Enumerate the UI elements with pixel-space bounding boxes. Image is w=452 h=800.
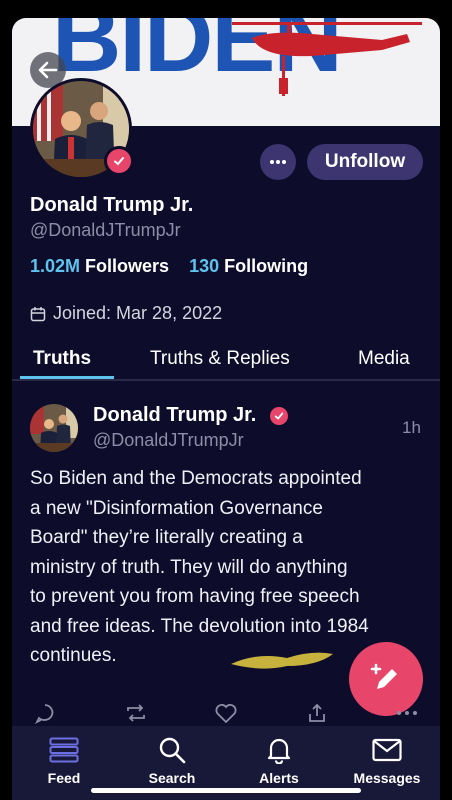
helicopter-graphic	[232, 22, 422, 96]
profile-name: Donald Trump Jr.	[30, 194, 194, 216]
post-text-line: So Biden and the Democrats appointed	[30, 468, 362, 489]
post-verified-badge	[270, 407, 288, 425]
nav-alerts[interactable]: Alerts	[234, 726, 324, 792]
following-link[interactable]: 130 Following	[189, 256, 308, 276]
following-label: Following	[224, 256, 309, 276]
post-text: So Biden and the Democrats appointed a n…	[30, 464, 430, 671]
post-author-name[interactable]: Donald Trump Jr.	[93, 404, 256, 427]
unfollow-button[interactable]: Unfollow	[307, 144, 423, 180]
nav-label: Messages	[353, 770, 421, 786]
post-text-line: ministry of truth. They will do anything	[30, 556, 348, 578]
nav-search[interactable]: Search	[127, 726, 217, 792]
post-avatar[interactable]	[30, 404, 78, 452]
arrow-left-icon	[38, 61, 58, 79]
like-icon[interactable]	[214, 702, 238, 724]
check-icon	[274, 412, 284, 420]
compose-pencil-icon	[370, 663, 397, 689]
followers-label: Followers	[85, 256, 170, 276]
post-text-line: and free ideas. The devolution into 1984	[30, 615, 369, 637]
post-text-line: Board" they’re literally creating a	[30, 527, 303, 548]
post-more-icon[interactable]	[395, 702, 419, 724]
tab-media[interactable]: Media	[358, 348, 410, 370]
followers-link[interactable]: 1.02M Followers	[30, 256, 174, 276]
nav-label: Feed	[47, 770, 81, 786]
post-avatar-photo	[30, 404, 78, 452]
feed-icon	[49, 737, 79, 763]
share-icon[interactable]	[306, 702, 328, 724]
profile-handle: @DonaldJTrumpJr	[30, 220, 181, 240]
tab-truths-and-replies[interactable]: Truths & Replies	[150, 348, 290, 370]
nav-label: Alerts	[259, 770, 299, 786]
post-text-line: to prevent you from having free speech	[30, 586, 360, 607]
calendar-icon	[30, 306, 46, 321]
bell-icon	[267, 738, 291, 764]
post-author-handle: @DonaldJTrumpJr	[93, 430, 244, 450]
home-indicator[interactable]	[91, 788, 361, 793]
followers-count: 1.02M	[30, 256, 81, 276]
check-icon	[114, 157, 124, 166]
ellipsis-icon	[270, 160, 286, 164]
tabs-divider	[12, 379, 440, 381]
mail-icon	[372, 738, 402, 762]
yellow-smudge	[231, 652, 333, 669]
search-icon	[159, 737, 186, 764]
joined-date: Joined: Mar 28, 2022	[53, 303, 223, 323]
tab-truths[interactable]: Truths	[33, 348, 91, 370]
app-screen: BIDEN Unfollow Donald Trump Jr. @DonaldJ…	[12, 18, 440, 800]
nav-label: Search	[148, 770, 196, 786]
nav-feed[interactable]: Feed	[19, 726, 109, 792]
retruth-icon[interactable]	[124, 702, 148, 724]
following-count: 130	[189, 256, 220, 276]
profile-stats: 1.02M Followers 130 Following	[30, 256, 308, 277]
nav-messages[interactable]: Messages	[342, 726, 432, 792]
reply-icon[interactable]	[34, 702, 56, 724]
more-options-button[interactable]	[260, 144, 296, 180]
joined-info: Joined: Mar 28, 2022	[30, 303, 222, 324]
verified-badge	[104, 146, 134, 176]
post-text-line: a new "Disinformation Governance	[30, 497, 323, 519]
post-timestamp: 1h	[402, 418, 421, 437]
